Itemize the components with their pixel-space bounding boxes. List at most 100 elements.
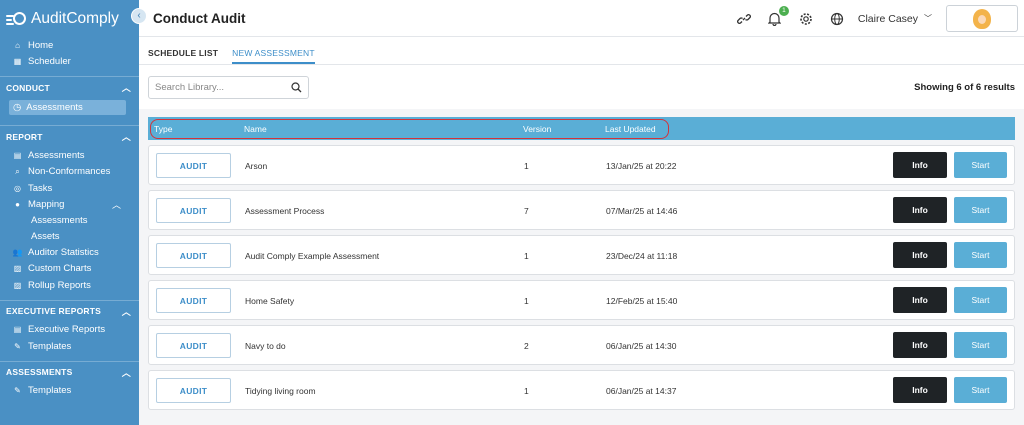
sidebar-item-assessment-templates[interactable]: ✎ Templates (0, 383, 139, 400)
sidebar: AuditComply ⌂ Home ▦ Scheduler CONDUCT ︿… (0, 0, 139, 425)
chevron-up-icon: ︿ (111, 200, 121, 211)
type-badge-button[interactable]: AUDIT (156, 378, 231, 403)
info-button[interactable]: Info (893, 152, 947, 178)
clock-icon: ◷ (13, 102, 22, 113)
logo-icon (6, 11, 26, 26)
sidebar-item-mapping[interactable]: ● Mapping ︿ (0, 197, 139, 214)
sidebar-item-label: Tasks (28, 182, 53, 194)
assessment-last-updated: 06/Jan/25 at 14:30 (606, 341, 677, 351)
sidebar-item-label: Assessments (26, 102, 83, 113)
sidebar-item-custom-charts[interactable]: ▨ Custom Charts (0, 261, 139, 278)
start-button[interactable]: Start (954, 377, 1007, 403)
sidebar-item-home[interactable]: ⌂ Home (0, 37, 139, 54)
sidebar-item-conduct-assessments[interactable]: ◷ Assessments (9, 100, 126, 115)
assessment-name: Tidying living room (245, 386, 316, 396)
assessment-last-updated: 06/Jan/25 at 14:37 (606, 386, 677, 396)
info-button[interactable]: Info (893, 197, 947, 223)
chevron-up-icon: ︿ (121, 132, 131, 142)
gear-icon[interactable] (798, 11, 814, 27)
section-title: EXECUTIVE REPORTS (6, 306, 102, 316)
type-badge-button[interactable]: AUDIT (156, 243, 231, 268)
start-button[interactable]: Start (954, 332, 1007, 358)
info-button[interactable]: Info (893, 287, 947, 313)
sidebar-item-label: Executive Reports (28, 324, 106, 336)
sidebar-subitem-mapping-assets[interactable]: Assets (0, 229, 139, 245)
sidebar-item-label: Rollup Reports (28, 279, 91, 291)
info-button[interactable]: Info (893, 377, 947, 403)
type-badge-button[interactable]: AUDIT (156, 333, 231, 358)
assessment-name: Home Safety (245, 296, 295, 306)
search-icon: ⌕ (15, 166, 20, 176)
type-badge-button[interactable]: AUDIT (156, 153, 231, 178)
header-name[interactable]: Name (244, 124, 267, 134)
sidebar-item-label: Non-Conformances (28, 166, 111, 178)
start-button[interactable]: Start (954, 152, 1007, 178)
user-name: Claire Casey (857, 12, 918, 25)
section-title: REPORT (6, 131, 43, 142)
tabs: SCHEDULE LIST NEW ASSESSMENT (139, 37, 1024, 65)
user-menu[interactable]: Claire Casey ﹀ (858, 13, 932, 25)
type-badge-button[interactable]: AUDIT (156, 288, 231, 313)
table-row: AUDIT Tidying living room 1 06/Jan/25 at 14… (148, 370, 1015, 410)
start-button[interactable]: Start (954, 242, 1007, 268)
table-row: AUDIT Arson 1 13/Jan/25 at 20:22 Info Start (148, 145, 1015, 185)
app-logo[interactable]: AuditComply (0, 0, 139, 37)
info-button[interactable]: Info (893, 242, 947, 268)
chevron-down-icon: ﹀ (924, 14, 932, 23)
sidebar-item-label: Home (28, 39, 54, 51)
search-placeholder: Search Library... (155, 81, 224, 93)
sidebar-item-rollup-reports[interactable]: ▨ Rollup Reports (0, 277, 139, 294)
table-header: Type Name Version Last Updated (148, 117, 1015, 140)
main-content: Conduct Audit 1 Claire Casey ﹀ SCHEDULE … (139, 0, 1024, 425)
table-row: AUDIT Home Safety 1 12/Feb/25 at 15:40 Info S… (148, 280, 1015, 320)
results-count: Showing 6 of 6 results (914, 81, 1015, 93)
sidebar-item-label: Mapping (28, 199, 65, 211)
type-badge-button[interactable]: AUDIT (156, 198, 231, 223)
pin-icon: ● (15, 200, 20, 210)
users-icon: 👥 (12, 247, 23, 257)
chevron-up-icon: ︿ (121, 367, 131, 378)
section-report[interactable]: REPORT ︿ (0, 125, 139, 147)
sidebar-item-non-conformances[interactable]: ⌕ Non-Conformances (0, 164, 139, 181)
chart-icon: ▨ (13, 264, 22, 274)
tab-schedule-list[interactable]: SCHEDULE LIST (148, 48, 218, 64)
start-button[interactable]: Start (954, 197, 1007, 223)
chevron-up-icon: ︿ (121, 306, 131, 317)
target-icon: ◎ (14, 183, 21, 193)
list-icon: ▤ (13, 150, 22, 160)
search-input[interactable]: Search Library... (148, 75, 309, 99)
globe-icon[interactable] (829, 11, 845, 27)
header-last-updated[interactable]: Last Updated (605, 124, 656, 134)
section-executive-reports[interactable]: EXECUTIVE REPORTS ︿ (0, 299, 139, 322)
sidebar-item-report-assessments[interactable]: ▤ Assessments (0, 147, 139, 164)
sidebar-item-auditor-statistics[interactable]: 👥 Auditor Statistics (0, 244, 139, 261)
header-version[interactable]: Version (523, 124, 551, 134)
sidebar-item-label: Scheduler (28, 56, 71, 68)
link-icon[interactable] (736, 11, 752, 27)
collapse-sidebar-button[interactable]: ‹ (131, 8, 147, 24)
toolbar: Search Library... Showing 6 of 6 results (139, 65, 1024, 109)
assessment-version: 1 (524, 251, 529, 261)
sidebar-item-executive-templates[interactable]: ✎ Templates (0, 338, 139, 355)
section-title: ASSESSMENTS (6, 367, 73, 377)
sidebar-item-label: Auditor Statistics (28, 246, 99, 258)
assessment-last-updated: 07/Mar/25 at 14:46 (606, 206, 678, 216)
sidebar-item-label: Templates (28, 340, 72, 352)
list-icon: ▤ (13, 325, 22, 335)
sidebar-item-scheduler[interactable]: ▦ Scheduler (0, 54, 139, 71)
header-type[interactable]: Type (154, 124, 172, 134)
sidebar-item-executive-reports[interactable]: ▤ Executive Reports (0, 322, 139, 339)
sidebar-item-tasks[interactable]: ◎ Tasks (0, 180, 139, 197)
sidebar-subitem-mapping-assessments[interactable]: Assessments (0, 213, 139, 229)
sidebar-item-label: Assessments (28, 149, 85, 161)
info-button[interactable]: Info (893, 332, 947, 358)
bell-icon[interactable]: 1 (767, 5, 789, 27)
avatar-button[interactable] (946, 5, 1018, 32)
assessment-version: 1 (524, 386, 529, 396)
tab-new-assessment[interactable]: NEW ASSESSMENT (232, 48, 315, 64)
assessment-version: 1 (524, 161, 529, 171)
assessment-last-updated: 23/Dec/24 at 11:18 (606, 251, 678, 261)
section-conduct[interactable]: CONDUCT ︿ (0, 76, 139, 98)
section-assessments[interactable]: ASSESSMENTS ︿ (0, 360, 139, 383)
start-button[interactable]: Start (954, 287, 1007, 313)
